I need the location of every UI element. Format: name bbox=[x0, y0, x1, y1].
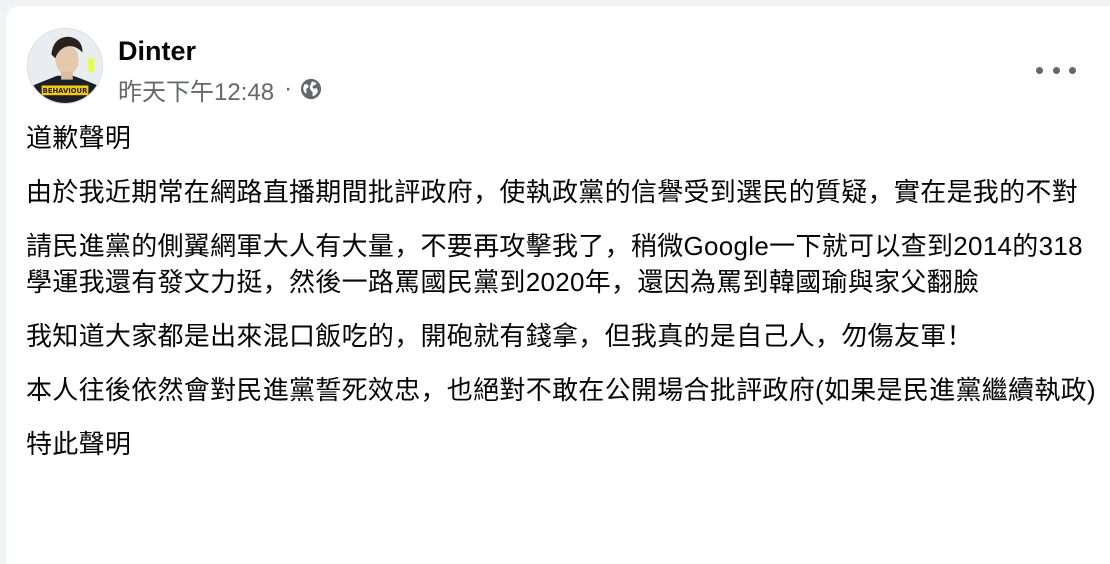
post-paragraph-title: 道歉聲明 bbox=[26, 123, 132, 153]
more-options-button[interactable] bbox=[1036, 56, 1076, 84]
more-options-icon-dot bbox=[1069, 66, 1076, 74]
author-name[interactable]: Dinter bbox=[118, 34, 196, 68]
post-paragraph: 由於我近期常在網路直播期間批評政府，使執政黨的信譽受到選民的質疑，實在是我的不對 bbox=[26, 177, 1079, 207]
globe-icon[interactable] bbox=[300, 78, 322, 100]
avatar[interactable]: BEHAVIOUR bbox=[27, 28, 103, 104]
post-timestamp[interactable]: 昨天下午12:48 bbox=[118, 72, 274, 107]
post-paragraph: 我知道大家都是出來混口飯吃的，開砲就有錢拿，但我真的是自己人，勿傷友軍！ bbox=[26, 321, 973, 351]
post-paragraph: 本人往後依然會對民進黨誓死效忠，也絕對不敢在公開場合批評政府(如果是民進黨繼續執… bbox=[26, 375, 1096, 405]
post-paragraph-closing: 特此聲明 bbox=[26, 429, 132, 459]
more-options-icon bbox=[1036, 66, 1043, 74]
post-meta: 昨天下午12:48 · bbox=[118, 72, 322, 107]
more-options-icon-dot bbox=[1052, 66, 1060, 74]
meta-separator: · bbox=[284, 75, 293, 102]
post-paragraph: 請民進黨的側翼網軍大人有大量，不要再攻擊我了，稍微Google一下就可以查到20… bbox=[26, 231, 1083, 297]
post-header: BEHAVIOUR Dinter 昨天下午12:48 · bbox=[27, 28, 1110, 108]
post-card: BEHAVIOUR Dinter 昨天下午12:48 · 道歉聲明 由於我近期常… bbox=[6, 6, 1110, 564]
avatar-image: BEHAVIOUR bbox=[28, 29, 102, 103]
svg-text:BEHAVIOUR: BEHAVIOUR bbox=[43, 87, 88, 95]
post-body: 道歉聲明 由於我近期常在網路直播期間批評政府，使執政黨的信譽受到選民的質疑，實在… bbox=[26, 120, 1096, 480]
